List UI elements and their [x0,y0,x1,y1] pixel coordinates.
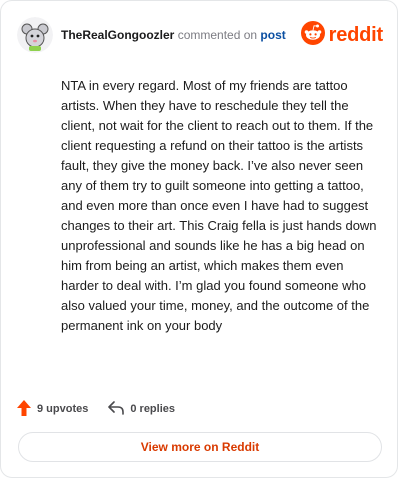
avatar[interactable] [17,17,53,53]
view-more-button[interactable]: View more on Reddit [18,432,382,462]
reply-button[interactable]: 0 replies [108,400,175,418]
username[interactable]: TheRealGongoozler [61,28,174,42]
comment-actions: 9 upvotes 0 replies [17,399,195,419]
reply-icon [108,400,130,418]
upvote-count: 9 upvotes [37,403,89,415]
commented-label: commented on [177,28,258,42]
upvote-arrow-icon [17,399,37,419]
comment-card: TheRealGongoozler commented on post redd… [0,0,398,478]
comment-meta: TheRealGongoozler commented on post [61,27,286,43]
reddit-brand[interactable]: reddit [300,20,384,50]
reddit-logo-icon [300,20,325,50]
reply-count: 0 replies [130,403,175,415]
post-link[interactable]: post [260,28,285,42]
reddit-wordmark: reddit [328,23,384,46]
upvote-button[interactable]: 9 upvotes [17,399,89,419]
comment-body: NTA in every regard. Most of my friends … [61,78,377,333]
comment-header: TheRealGongoozler commented on post redd… [17,15,383,55]
